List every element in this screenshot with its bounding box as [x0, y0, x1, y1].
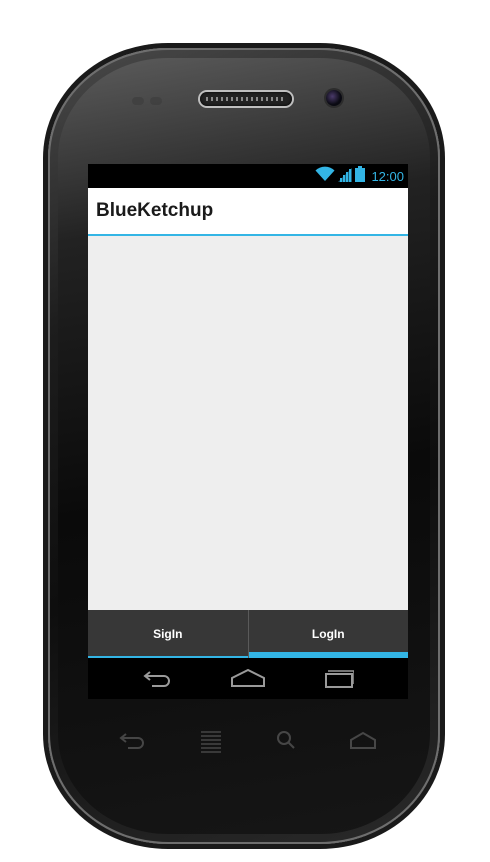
tab-signin-label: SigIn	[153, 627, 183, 641]
home-icon	[350, 731, 376, 749]
navigation-bar	[88, 658, 408, 699]
fragment-content	[88, 236, 408, 610]
tab-signin[interactable]: SigIn	[88, 610, 248, 658]
recent-apps-icon	[325, 670, 354, 688]
tab-login[interactable]: LogIn	[248, 610, 408, 658]
nav-recent-apps-button[interactable]	[318, 664, 358, 692]
app-title: BlueKetchup	[96, 200, 214, 221]
tab-login-label: LogIn	[311, 627, 345, 641]
front-camera	[326, 90, 342, 106]
action-bar: BlueKetchup	[88, 188, 408, 236]
status-indicators: 12:00	[315, 165, 404, 187]
proximity-sensor	[132, 97, 144, 105]
wifi-icon	[315, 166, 335, 187]
status-bar: 12:00	[88, 164, 408, 188]
tab-bar: SigIn LogIn	[88, 610, 408, 658]
battery-icon	[355, 165, 366, 187]
device-screen: 12:00 BlueKetchup SigIn LogIn	[88, 164, 408, 699]
status-clock: 12:00	[371, 168, 404, 184]
signal-icon	[338, 166, 353, 187]
earpiece-speaker	[200, 92, 292, 106]
back-icon	[143, 671, 170, 687]
menu-icon	[201, 731, 221, 753]
search-icon	[277, 731, 295, 749]
light-sensor	[150, 97, 162, 105]
nav-home-button[interactable]	[228, 664, 268, 692]
hardware-search-button[interactable]	[272, 728, 302, 754]
hardware-home-button[interactable]	[348, 728, 378, 754]
hardware-menu-button[interactable]	[196, 728, 226, 754]
back-icon	[119, 733, 144, 749]
nav-back-button[interactable]	[138, 664, 178, 692]
home-icon	[231, 668, 265, 687]
hardware-back-button[interactable]	[118, 728, 148, 754]
